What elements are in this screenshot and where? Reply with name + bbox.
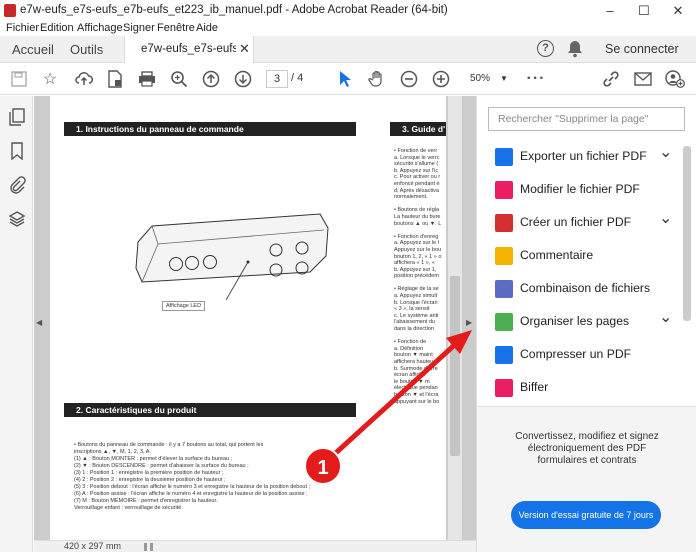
chevron-down-icon[interactable]: ⌄ (659, 142, 672, 162)
chevron-down-icon: ▼ (500, 74, 508, 83)
section-1-title: 1. Instructions du panneau de commande (64, 122, 356, 136)
email-icon[interactable] (632, 68, 654, 90)
tools-scrollbar[interactable] (683, 146, 691, 321)
zoom-select[interactable]: 50% ▼ (462, 70, 518, 88)
bookmark-icon[interactable] (8, 142, 26, 160)
document-viewer[interactable]: 1. Instructions du panneau de commande 3… (34, 96, 476, 540)
tool-label: Exporter un fichier PDF (520, 149, 647, 163)
tool-label: Biffer (520, 380, 549, 394)
tab-outils[interactable]: Outils (70, 42, 103, 57)
tool-item[interactable]: Exporter un fichier PDF ⌄ (495, 144, 685, 172)
menu-fichier[interactable]: Fichier (6, 22, 39, 34)
collapse-left-panel-icon[interactable]: ◀ (36, 318, 42, 327)
bell-icon[interactable] (567, 40, 583, 58)
tool-label: Modifier le fichier PDF (520, 182, 640, 196)
comment-icon (495, 247, 513, 265)
search-icon[interactable] (168, 68, 190, 90)
edit-pdf-icon (495, 181, 513, 199)
section-3-title: 3. Guide d' (390, 122, 446, 136)
menu-fenetre[interactable]: Fenêtre (157, 22, 195, 34)
document-tab-label: e7w-eufs_e7s-eufs... (141, 43, 236, 55)
left-rail (0, 96, 33, 552)
tool-label: Créer un fichier PDF (520, 215, 632, 229)
tab-document[interactable]: e7w-eufs_e7s-eufs... ✕ (124, 36, 254, 63)
menu-signer[interactable]: Signer (123, 22, 155, 34)
tool-item[interactable]: Organiser les pages ⌄ (495, 309, 685, 337)
toolbar: ☆ 3 / 4 50% ▼ ··· (0, 63, 696, 95)
document-scrollbar[interactable] (448, 96, 462, 540)
hand-tool-icon[interactable] (366, 68, 388, 90)
zoom-out-icon[interactable] (398, 68, 420, 90)
upload-cloud-icon[interactable] (73, 68, 95, 90)
share-link-icon[interactable] (600, 68, 622, 90)
tool-label: Commentaire (520, 248, 594, 262)
select-cursor-icon[interactable] (334, 68, 356, 90)
status-bar: 420 x 297 mm (34, 540, 476, 552)
add-user-icon[interactable] (664, 68, 686, 90)
tool-item[interactable]: Combinaison de fichiers (495, 276, 685, 304)
acrobat-app-icon (4, 4, 16, 17)
tools-panel: Rechercher "Supprimer la page" Exporter … (476, 96, 696, 552)
menu-affichage[interactable]: Affichage (77, 22, 123, 34)
scroll-marker (144, 543, 147, 551)
page-up-icon[interactable] (200, 68, 222, 90)
tool-item[interactable]: Commentaire (495, 243, 685, 271)
combine-files-icon (495, 280, 513, 298)
menu-aide[interactable]: Aide (196, 22, 218, 34)
maximize-icon[interactable]: ☐ (630, 2, 658, 20)
redact-icon (495, 379, 513, 397)
help-icon[interactable]: ? (537, 40, 554, 57)
close-tab-icon[interactable]: ✕ (239, 41, 250, 57)
tools-search-input[interactable]: Rechercher "Supprimer la page" (488, 107, 685, 131)
page-size: 420 x 297 mm (64, 541, 122, 551)
pages-thumbnail-icon[interactable] (8, 108, 26, 126)
scroll-marker (150, 543, 153, 551)
chevron-down-icon[interactable]: ⌄ (659, 208, 672, 228)
layers-icon[interactable] (8, 210, 26, 228)
menu-edition[interactable]: Edition (40, 22, 74, 34)
chevron-down-icon[interactable]: ⌄ (659, 307, 672, 327)
tool-item[interactable]: Modifier le fichier PDF (495, 177, 685, 205)
section-2-title: 2. Caractéristiques du produit (64, 403, 356, 417)
more-options-icon[interactable]: ··· (525, 68, 547, 90)
tab-accueil[interactable]: Accueil (12, 42, 54, 57)
page-total: / 4 (291, 72, 304, 84)
promo-box: Convertissez, modifiez et signez électro… (477, 406, 696, 552)
organize-pages-icon (495, 313, 513, 331)
promo-text: Convertissez, modifiez et signez électro… (515, 431, 659, 466)
page-down-icon[interactable] (232, 68, 254, 90)
close-icon[interactable]: ✕ (664, 2, 692, 20)
star-icon[interactable]: ☆ (39, 68, 61, 90)
tool-item[interactable]: Compresser un PDF (495, 342, 685, 370)
create-pdf-icon (495, 214, 513, 232)
save-icon[interactable] (8, 68, 30, 90)
annotation-number: 1 (304, 447, 342, 485)
zoom-in-icon[interactable] (430, 68, 452, 90)
minimize-icon[interactable]: – (596, 2, 624, 20)
sign-in-link[interactable]: Se connecter (605, 42, 679, 56)
title-bar: e7w-eufs_e7s-eufs_e7b-eufs_et223_ib_manu… (0, 0, 696, 22)
print-icon[interactable] (136, 68, 158, 90)
tool-label: Organiser les pages (520, 314, 630, 328)
led-label: Affichage LED (162, 301, 206, 311)
annotation-arrow (320, 320, 480, 470)
zoom-value: 50% (470, 73, 491, 84)
tool-item[interactable]: Créer un fichier PDF ⌄ (495, 210, 685, 238)
pdf-page: 1. Instructions du panneau de commande 3… (50, 96, 446, 540)
control-panel-illustration (130, 212, 340, 312)
tab-bar: Accueil Outils e7w-eufs_e7s-eufs... ✕ ? … (0, 36, 696, 63)
attachment-icon[interactable] (8, 176, 26, 194)
free-trial-button[interactable]: Version d'essai gratuite de 7 jours (511, 501, 661, 529)
tool-label: Compresser un PDF (520, 347, 632, 361)
file-lock-icon[interactable] (104, 68, 126, 90)
page-number-input[interactable]: 3 (266, 70, 288, 88)
tool-item[interactable]: Biffer (495, 375, 685, 403)
window-title: e7w-eufs_e7s-eufs_e7b-eufs_et223_ib_manu… (20, 4, 448, 16)
compress-pdf-icon (495, 346, 513, 364)
tool-label: Combinaison de fichiers (520, 281, 651, 295)
export-pdf-icon (495, 148, 513, 166)
